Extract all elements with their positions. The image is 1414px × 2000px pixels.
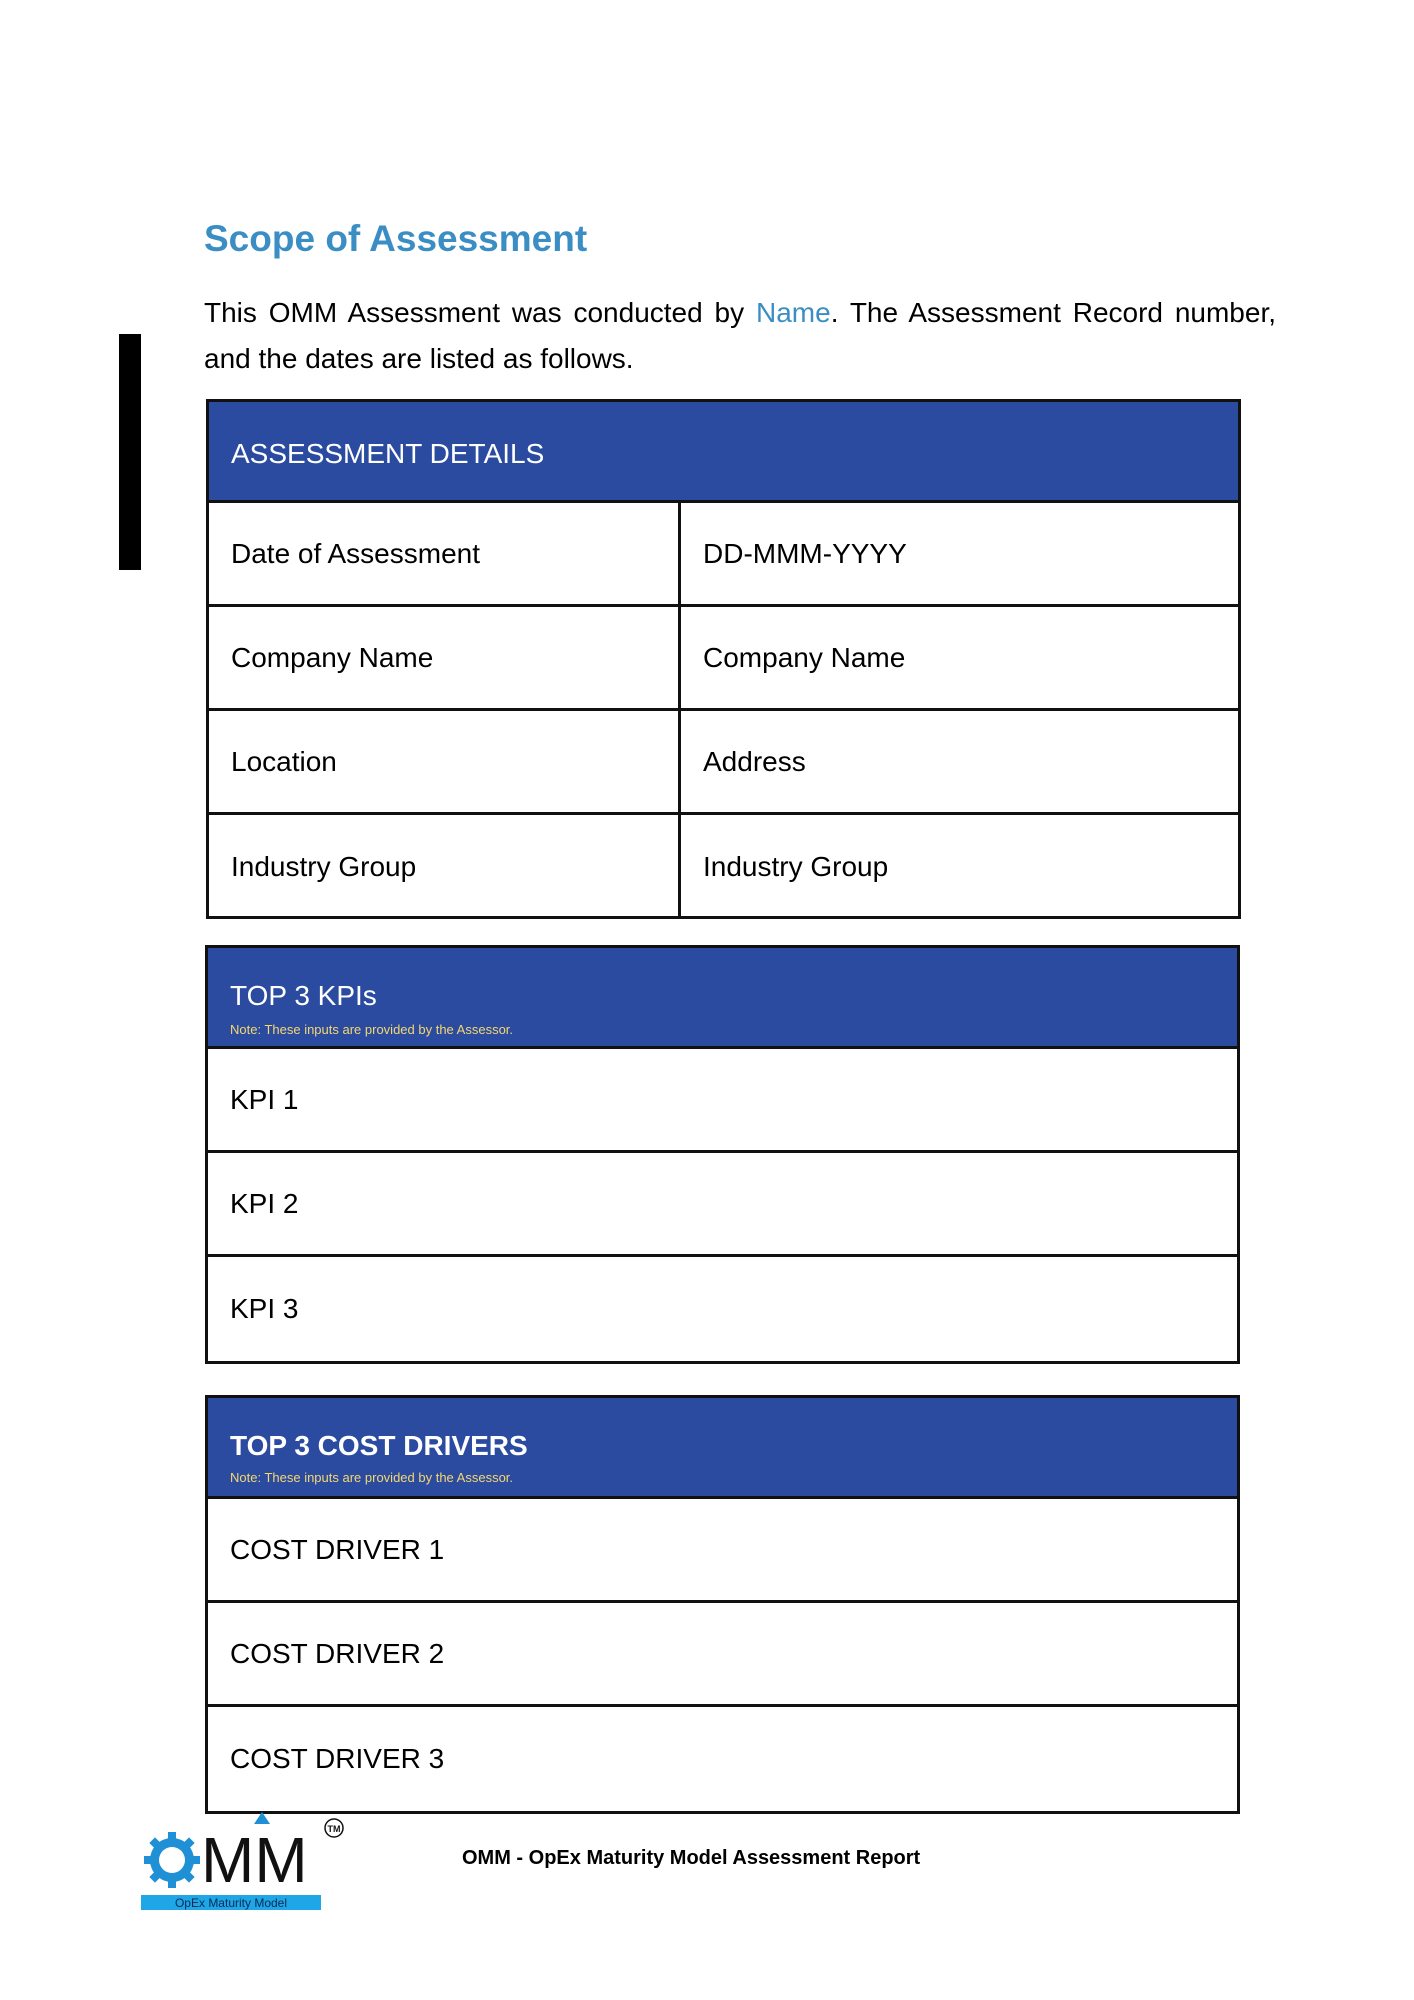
kpi-3[interactable]: KPI 3 <box>208 1257 298 1361</box>
table-header-title: TOP 3 KPIs <box>230 980 377 1011</box>
table-row[interactable]: COST DRIVER 2 <box>208 1603 1237 1707</box>
table-row[interactable]: KPI 1 <box>208 1049 1237 1153</box>
row-value-location[interactable]: Address <box>681 711 1238 812</box>
table-header: TOP 3 COST DRIVERS Note: These inputs ar… <box>208 1398 1237 1499</box>
assessor-name-placeholder: Name <box>755 297 831 328</box>
table-header: TOP 3 KPIs Note: These inputs are provid… <box>208 948 1237 1049</box>
table-row[interactable]: COST DRIVER 3 <box>208 1707 1237 1811</box>
intro-text-start: This OMM Assessment was conducted by <box>204 297 756 328</box>
table-row[interactable]: KPI 3 <box>208 1257 1237 1361</box>
section-title: Scope of Assessment <box>204 218 588 259</box>
table-row[interactable]: COST DRIVER 1 <box>208 1499 1237 1603</box>
kpi-2[interactable]: KPI 2 <box>208 1153 298 1254</box>
kpi-1[interactable]: KPI 1 <box>208 1049 298 1150</box>
assessment-details-table: ASSESSMENT DETAILS Date of Assessment DD… <box>206 399 1241 919</box>
row-value-date[interactable]: DD-MMM-YYYY <box>681 503 1238 604</box>
assessor-note: Note: These inputs are provided by the A… <box>230 1470 514 1485</box>
table-row: Industry Group Industry Group <box>209 815 1238 919</box>
top-kpis-table: TOP 3 KPIs Note: These inputs are provid… <box>205 945 1240 1364</box>
top-cost-drivers-table: TOP 3 COST DRIVERS Note: These inputs ar… <box>205 1395 1240 1814</box>
logo-tagline: OpEx Maturity Model <box>175 1896 287 1910</box>
margin-marker-bar <box>119 334 141 570</box>
table-row: Company Name Company Name <box>209 607 1238 711</box>
row-label: Location <box>209 711 681 812</box>
intro-paragraph: This OMM Assessment was conducted by Nam… <box>204 290 1276 382</box>
table-header: ASSESSMENT DETAILS <box>209 402 1238 503</box>
logo-mm-text: MM <box>201 1824 308 1896</box>
trademark-mark: TM <box>328 1824 341 1834</box>
table-row[interactable]: KPI 2 <box>208 1153 1237 1257</box>
row-label: Date of Assessment <box>209 503 681 604</box>
row-label: Company Name <box>209 607 681 708</box>
cost-driver-1[interactable]: COST DRIVER 1 <box>208 1499 444 1600</box>
table-header-title: ASSESSMENT DETAILS <box>231 438 545 469</box>
assessor-note: Note: These inputs are provided by the A… <box>230 1022 514 1037</box>
table-header-title: TOP 3 COST DRIVERS <box>230 1430 528 1461</box>
table-row: Date of Assessment DD-MMM-YYYY <box>209 503 1238 607</box>
cost-driver-2[interactable]: COST DRIVER 2 <box>208 1603 444 1704</box>
footer-report-title: OMM - OpEx Maturity Model Assessment Rep… <box>462 1847 921 1869</box>
table-row: Location Address <box>209 711 1238 815</box>
omm-logo: MM TM OpEx Maturity Model <box>141 1812 344 1910</box>
row-value-company[interactable]: Company Name <box>681 607 1238 708</box>
cost-driver-3[interactable]: COST DRIVER 3 <box>208 1707 444 1811</box>
gear-icon <box>144 1832 200 1888</box>
row-label: Industry Group <box>209 815 681 919</box>
row-value-industry[interactable]: Industry Group <box>681 815 1238 919</box>
